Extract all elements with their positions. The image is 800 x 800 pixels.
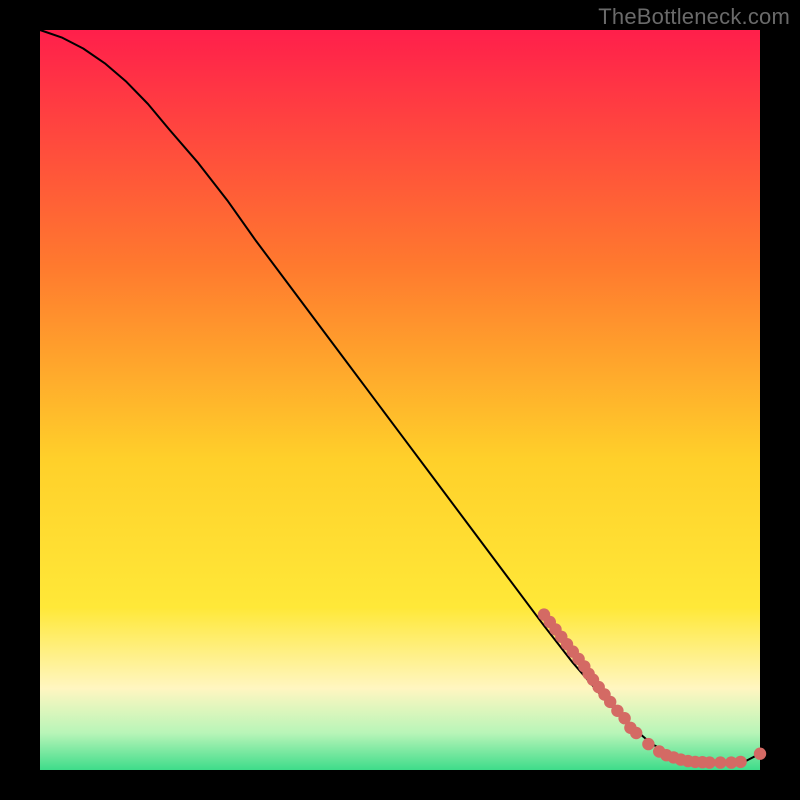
sample-dot	[703, 756, 715, 768]
sample-dot	[754, 748, 766, 760]
gradient-background	[40, 30, 760, 770]
chart-container: { "watermark": "TheBottleneck.com", "col…	[0, 0, 800, 800]
bottleneck-chart	[0, 0, 800, 800]
sample-dot	[630, 727, 642, 739]
sample-dot	[714, 756, 726, 768]
watermark-text: TheBottleneck.com	[598, 4, 790, 30]
sample-dot	[734, 756, 746, 768]
sample-dot	[642, 738, 654, 750]
